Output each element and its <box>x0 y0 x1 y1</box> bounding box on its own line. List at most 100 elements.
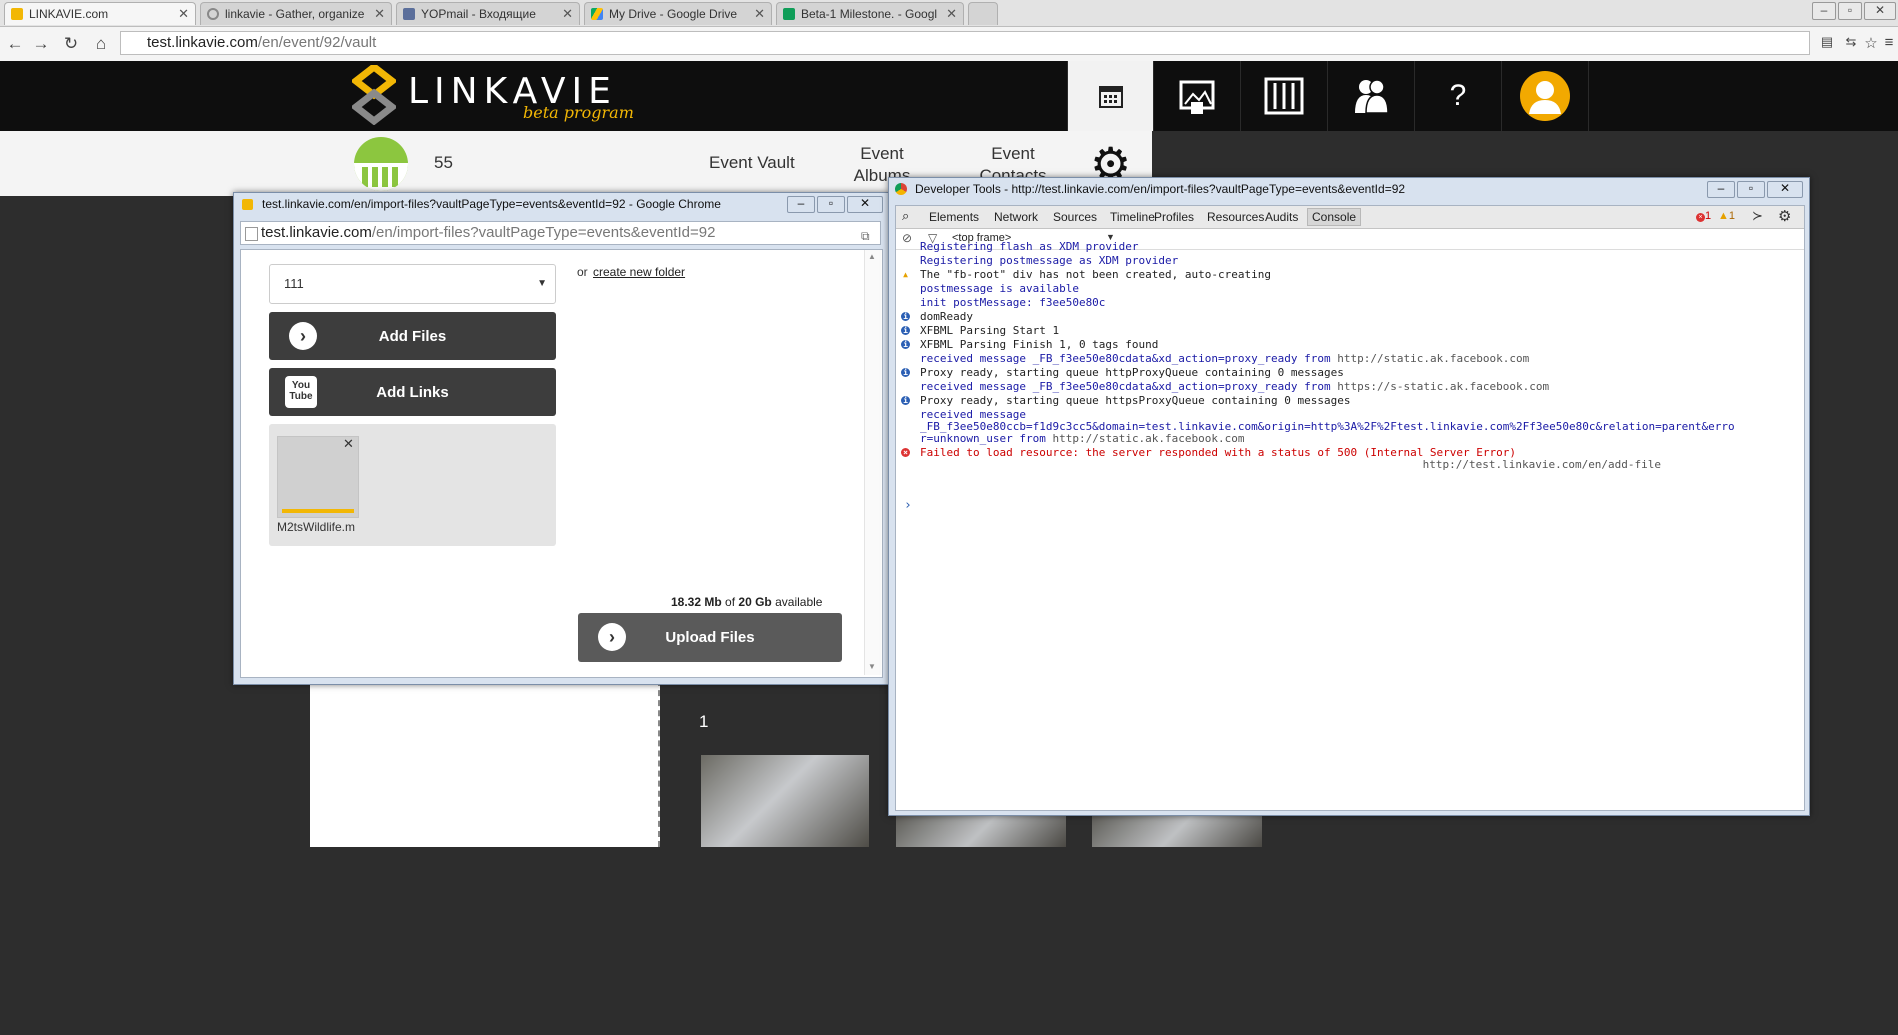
storage-of: of <box>725 595 736 609</box>
add-files-label: Add Files <box>378 327 447 345</box>
error-count-badge[interactable]: × 1 <box>1696 210 1711 222</box>
photo-thumbnail[interactable] <box>1092 815 1262 847</box>
popup-address-bar[interactable]: test.linkavie.com/en/import-files?vaultP… <box>240 221 881 245</box>
linkavie-logo-icon[interactable] <box>350 62 398 126</box>
maximize-icon[interactable]: ▫ <box>1737 181 1765 198</box>
close-icon[interactable]: ✕ <box>374 6 385 22</box>
maximize-icon[interactable]: ▫ <box>1838 2 1862 20</box>
tab-title: linkavie - Gather, organize <box>225 7 365 21</box>
minimize-icon[interactable]: – <box>1812 2 1836 20</box>
storage-available: available <box>775 595 823 609</box>
scroll-up-icon[interactable]: ▲ <box>868 252 876 261</box>
console-source-link[interactable]: http://static.ak.facebook.com <box>1052 432 1244 445</box>
page-icon <box>245 227 258 241</box>
close-icon[interactable]: ✕ <box>754 6 765 22</box>
settings-gear-icon[interactable]: ⚙ <box>1778 207 1791 225</box>
browser-tab-sheets[interactable]: Beta-1 Milestone. - Googl ✕ <box>776 2 964 25</box>
warning-count-badge[interactable]: ▲1 <box>1718 210 1735 222</box>
help-icon[interactable]: ? <box>1414 61 1501 131</box>
console-message: XFBML Parsing Finish 1, 0 tags found <box>920 338 1159 351</box>
address-bar[interactable]: test.linkavie.com/en/event/92/vault <box>120 31 1810 55</box>
tab-console[interactable]: Console <box>1307 208 1362 226</box>
tab-timeline[interactable]: Timeline <box>1110 210 1155 224</box>
info-icon: i <box>901 340 910 349</box>
browser-tab-linkavie[interactable]: LINKAVIE.com ✕ <box>4 2 196 25</box>
photo-thumbnail[interactable] <box>896 815 1066 847</box>
reload-icon[interactable]: ↻ <box>60 34 82 54</box>
clear-console-icon[interactable]: ⊘ <box>902 231 912 245</box>
error-icon: × <box>1696 213 1705 222</box>
console-message: received message _FB_f3ee50e80cdata&xd_a… <box>920 380 1331 393</box>
close-window-icon[interactable]: ✕ <box>847 196 883 213</box>
add-links-label: Add Links <box>376 383 449 401</box>
scrollbar[interactable]: ▲ ▼ <box>864 250 881 675</box>
console-log-line: http://test.linkavie.com/en/add-file <box>1416 458 1661 471</box>
console-drawer-icon[interactable]: ≻ <box>1752 208 1763 224</box>
console-log-line: init postMessage: f3ee50e80c <box>920 296 1105 309</box>
home-icon[interactable]: ⌂ <box>90 34 112 54</box>
console-log-line: XFBML Parsing Finish 1, 0 tags found <box>920 338 1158 351</box>
devtools-panel: ⌕ Elements Network Sources Timeline Prof… <box>895 205 1805 811</box>
menu-icon[interactable]: ≡ <box>1878 34 1898 51</box>
sheets-favicon-icon <box>783 8 795 20</box>
console-message: Registering flash as XDM provider <box>920 240 1139 253</box>
console-log-line: r=unknown_user from http://static.ak.fac… <box>920 432 1245 445</box>
maximize-icon[interactable]: ▫ <box>817 196 845 213</box>
tab-profiles[interactable]: Profiles <box>1154 210 1194 224</box>
new-tab-button[interactable] <box>968 2 998 25</box>
page-icon[interactable]: ▤ <box>1816 34 1838 50</box>
tab-elements[interactable]: Elements <box>929 210 979 224</box>
tab-audits[interactable]: Audits <box>1265 210 1298 224</box>
browser-tab-yopmail[interactable]: YOPmail - Входящие ✕ <box>396 2 580 25</box>
forward-arrow-icon[interactable]: → <box>30 34 52 54</box>
popup-titlebar: test.linkavie.com/en/import-files?vaultP… <box>234 193 889 216</box>
upload-files-button[interactable]: › Upload Files <box>578 613 842 662</box>
add-files-button[interactable]: › Add Files <box>269 312 556 360</box>
close-window-icon[interactable]: ✕ <box>1864 2 1896 20</box>
console-source-link[interactable]: http://static.ak.facebook.com <box>1337 352 1529 365</box>
console-message: postmessage is available <box>920 282 1079 295</box>
tab-sources[interactable]: Sources <box>1053 210 1097 224</box>
minimize-icon[interactable]: – <box>787 196 815 213</box>
scroll-down-icon[interactable]: ▼ <box>868 662 876 671</box>
back-arrow-icon[interactable]: ← <box>4 34 26 54</box>
browser-tab-linkavie-gather[interactable]: linkavie - Gather, organize ✕ <box>200 2 392 25</box>
help-label: ? <box>1449 79 1467 112</box>
close-icon[interactable]: ✕ <box>178 6 189 22</box>
console-source-link[interactable]: http://test.linkavie.com/en/add-file <box>1423 458 1661 471</box>
close-icon[interactable]: ✕ <box>946 6 957 22</box>
subnav-event-vault[interactable]: Event Vault <box>709 153 795 173</box>
calendar-icon[interactable] <box>1067 61 1154 131</box>
vault-icon[interactable] <box>1240 61 1327 131</box>
close-window-icon[interactable]: ✕ <box>1767 181 1803 198</box>
close-icon[interactable]: ✕ <box>562 6 573 22</box>
photo-thumbnail[interactable] <box>701 755 869 847</box>
tab-title: LINKAVIE.com <box>29 7 109 21</box>
create-new-folder-link[interactable]: create new folder <box>593 265 685 279</box>
minimize-icon[interactable]: – <box>1707 181 1735 198</box>
info-icon: i <box>901 326 910 335</box>
console-message: Proxy ready, starting queue httpsProxyQu… <box>920 394 1351 407</box>
user-avatar-icon[interactable] <box>1501 61 1589 131</box>
inspect-search-icon[interactable]: ⌕ <box>902 208 909 224</box>
contacts-icon[interactable] <box>1327 61 1414 131</box>
browser-tab-drive[interactable]: My Drive - Google Drive ✕ <box>584 2 772 25</box>
folder-select[interactable]: 111 ▼ <box>269 264 556 304</box>
console-prompt[interactable]: › <box>904 498 912 513</box>
add-links-button[interactable]: You Tube Add Links <box>269 368 556 416</box>
tab-resources[interactable]: Resources <box>1207 210 1264 224</box>
popup-icon[interactable]: ⧉ <box>861 225 870 247</box>
tab-network[interactable]: Network <box>994 210 1038 224</box>
console-source-link[interactable]: https://s-static.ak.facebook.com <box>1337 380 1549 393</box>
upload-progress-bar <box>282 509 354 513</box>
developer-tools-window: Developer Tools - http://test.linkavie.c… <box>888 177 1810 816</box>
photo-album-icon[interactable] <box>1153 61 1240 131</box>
url-host: test.linkavie.com <box>261 224 372 241</box>
browser-tab-bar: LINKAVIE.com ✕ linkavie - Gather, organi… <box>0 0 1898 27</box>
console-log-line: Proxy ready, starting queue httpProxyQue… <box>920 366 1344 379</box>
event-calendar-badge-icon[interactable] <box>354 137 408 191</box>
remove-file-icon[interactable]: ✕ <box>343 436 354 452</box>
translate-icon[interactable]: ⇆ <box>1840 34 1862 50</box>
chevron-right-icon: › <box>598 623 626 651</box>
console-log-line: XFBML Parsing Start 1 <box>920 324 1059 337</box>
